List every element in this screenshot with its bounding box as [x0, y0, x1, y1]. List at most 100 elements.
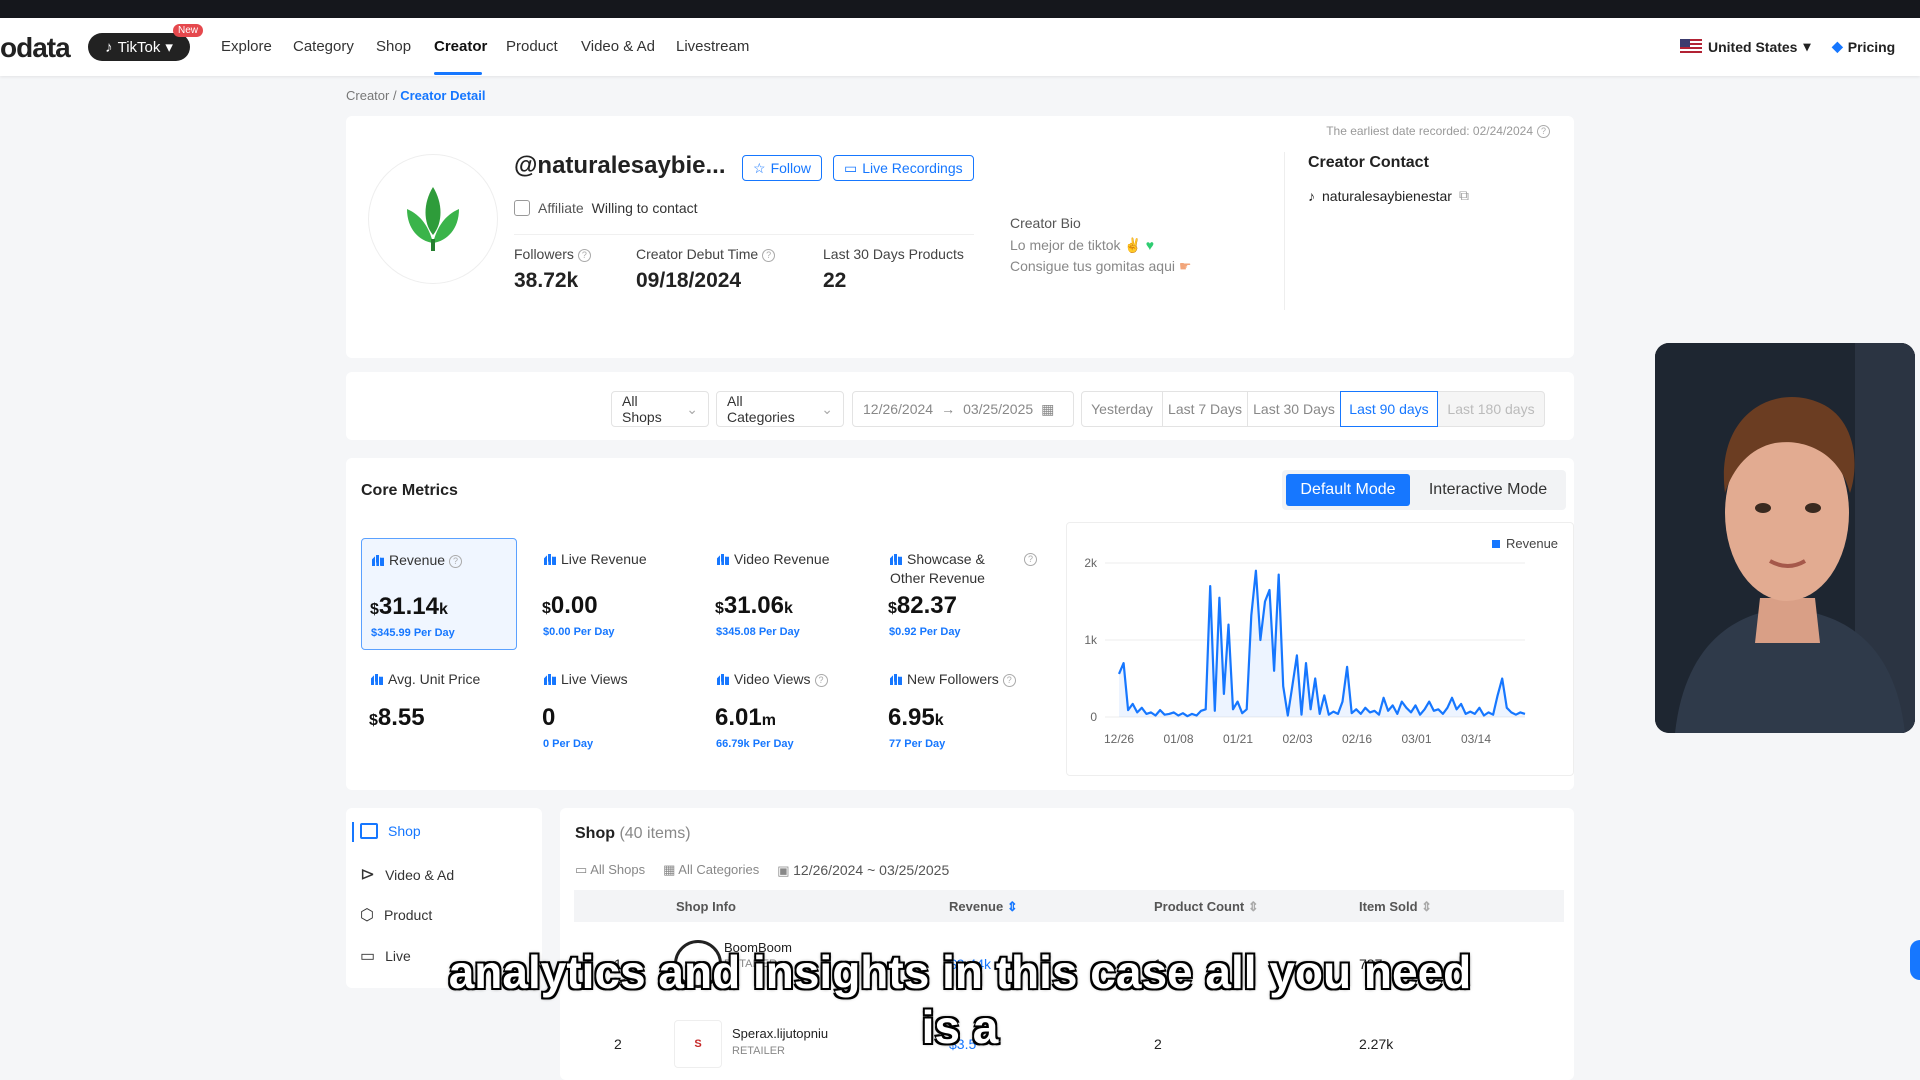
- top-nav: odata ♪ TikTok ▾ New Explore Category Sh…: [0, 18, 1920, 76]
- metric-sub: 66.79k Per Day: [716, 738, 794, 750]
- bio-line-1: Lo mejor de tiktok ✌ ♥: [1010, 237, 1155, 253]
- table-title: Shop (40 items): [575, 825, 691, 842]
- metric-video-views[interactable]: Video Views? 6.01m 66.79k Per Day: [707, 658, 863, 770]
- last30-products-value: 22: [823, 269, 847, 292]
- col-product-count[interactable]: Product Count ⇕: [1154, 899, 1259, 915]
- default-mode-button[interactable]: Default Mode: [1286, 474, 1410, 506]
- col-item-sold[interactable]: Item Sold ⇕: [1359, 899, 1432, 915]
- table-shops-filter[interactable]: ▭ All Shops: [575, 862, 645, 879]
- contact-status: Willing to contact: [591, 200, 698, 216]
- metric-showcase-revenue[interactable]: Showcase & Other Revenue ? $82.37 $0.92 …: [880, 538, 1037, 650]
- diamond-icon: ◆: [1832, 38, 1843, 54]
- shops-filter[interactable]: All Shops ⌄: [611, 391, 709, 427]
- heart-icon: ♥: [1145, 237, 1155, 253]
- shop-icon: [360, 823, 378, 839]
- categories-filter[interactable]: All Categories ⌄: [716, 391, 844, 427]
- side-tab-video-ad[interactable]: ⊳ Video & Ad: [360, 864, 454, 885]
- hand-emoji-icon: ✌: [1124, 237, 1142, 253]
- sort-icon: ⇕: [1006, 899, 1018, 914]
- creator-handle: @naturalesaybie...: [514, 152, 726, 179]
- side-tab-product[interactable]: ⬡ Product: [360, 905, 432, 925]
- chart-series-line: [1117, 569, 1526, 718]
- metric-sub: $345.99 Per Day: [371, 627, 455, 639]
- chart-x-tick: 02/03: [1282, 732, 1312, 746]
- contact-handle: naturalesaybienestar: [1322, 187, 1452, 204]
- help-icon[interactable]: ?: [814, 673, 828, 687]
- us-flag-icon: [1680, 39, 1702, 54]
- platform-label: TikTok: [117, 38, 161, 56]
- range-last-7-days[interactable]: Last 7 Days: [1162, 391, 1248, 427]
- table-categories-filter[interactable]: ▦ All Categories: [663, 862, 759, 879]
- debut-time-label: Creator Debut Time?: [636, 246, 776, 262]
- help-icon[interactable]: ?: [1002, 673, 1016, 687]
- earliest-date-note: The earliest date recorded: 02/24/2024?: [1326, 124, 1550, 139]
- nav-explore[interactable]: Explore: [221, 38, 272, 55]
- platform-selector[interactable]: ♪ TikTok ▾: [88, 33, 190, 61]
- bar-chart-icon: [890, 674, 902, 685]
- app-logo[interactable]: odata: [0, 32, 71, 64]
- help-icon[interactable]: ?: [577, 248, 591, 262]
- region-selector[interactable]: United States ▾: [1680, 38, 1811, 55]
- nav-creator[interactable]: Creator: [434, 38, 487, 55]
- bar-chart-icon: [717, 554, 729, 565]
- help-icon[interactable]: ?: [1537, 125, 1550, 139]
- follow-button[interactable]: ☆ Follow: [742, 155, 823, 181]
- metric-video-revenue[interactable]: Video Revenue $31.06k $345.08 Per Day: [707, 538, 863, 650]
- nav-livestream[interactable]: Livestream: [676, 38, 749, 55]
- help-icon[interactable]: ?: [1024, 553, 1037, 566]
- metric-live-views[interactable]: Live Views 0 0 Per Day: [534, 658, 690, 770]
- table-date-filter[interactable]: ▣ 12/26/2024 ~ 03/25/2025: [777, 862, 949, 879]
- nav-active-indicator: [434, 72, 482, 75]
- metric-new-followers[interactable]: New Followers? 6.95k 77 Per Day: [880, 658, 1036, 770]
- date-end: 03/25/2025: [963, 401, 1034, 417]
- range-last-30-days[interactable]: Last 30 Days: [1247, 391, 1341, 427]
- help-icon[interactable]: ?: [762, 248, 776, 262]
- copy-icon[interactable]: ⧉: [1459, 187, 1469, 204]
- creator-profile-card: @naturalesaybie... ☆ Follow ▭ Live Recor…: [346, 116, 1574, 358]
- breadcrumb-separator: /: [392, 88, 397, 103]
- leaf-logo-icon: [407, 187, 459, 251]
- avatar: [368, 154, 498, 284]
- metric-avg-unit-price[interactable]: Avg. Unit Price $8.55: [361, 658, 517, 770]
- pricing-label: Pricing: [1847, 38, 1896, 55]
- pointing-emoji-icon: ☛: [1178, 258, 1192, 274]
- range-last-180-days[interactable]: Last 180 days: [1437, 391, 1545, 427]
- breadcrumb-parent[interactable]: Creator: [346, 88, 389, 103]
- play-circle-icon: ⊳: [360, 864, 376, 884]
- chart-x-tick: 01/21: [1223, 732, 1253, 746]
- range-yesterday[interactable]: Yesterday: [1081, 391, 1163, 427]
- sort-icon: ⇕: [1421, 899, 1433, 914]
- pricing-link[interactable]: ◆ Pricing: [1832, 38, 1895, 55]
- tiktok-icon: ♪: [105, 38, 113, 56]
- core-metrics-title: Core Metrics: [361, 482, 458, 499]
- chart-x-tick: 12/26: [1104, 732, 1134, 746]
- interactive-mode-button[interactable]: Interactive Mode: [1414, 474, 1562, 506]
- live-recordings-label: Live Recordings: [862, 160, 963, 176]
- chart-legend-swatch: [1492, 540, 1500, 548]
- presenter-video-icon: [1655, 343, 1915, 733]
- date-range-picker[interactable]: 12/26/2024 → 03/25/2025 ▦: [852, 391, 1074, 427]
- divider: [514, 234, 974, 235]
- help-icon[interactable]: ?: [449, 554, 463, 568]
- subtitle-line-2: is a: [921, 1001, 999, 1053]
- affiliate-label: Affiliate: [538, 200, 584, 216]
- nav-video-ad[interactable]: Video & Ad: [581, 38, 655, 55]
- tiktok-icon: ♪: [1308, 187, 1315, 204]
- metric-live-revenue[interactable]: Live Revenue $0.00 $0.00 Per Day: [534, 538, 690, 650]
- nav-shop[interactable]: Shop: [376, 38, 411, 55]
- nav-product[interactable]: Product: [506, 38, 558, 55]
- browser-strip: [0, 0, 1920, 18]
- col-revenue[interactable]: Revenue ⇕: [949, 899, 1018, 915]
- range-last-90-days[interactable]: Last 90 days: [1340, 391, 1438, 427]
- bar-chart-icon: [372, 555, 384, 566]
- side-tab-shop[interactable]: Shop: [360, 823, 421, 839]
- chart-x-tick: 01/08: [1163, 732, 1193, 746]
- new-badge: New: [173, 24, 204, 37]
- nav-category[interactable]: Category: [293, 38, 354, 55]
- live-recordings-button[interactable]: ▭ Live Recordings: [833, 155, 974, 181]
- bar-chart-icon: [890, 554, 902, 565]
- sort-icon: ⇕: [1247, 899, 1259, 914]
- bar-chart-icon: [371, 674, 383, 685]
- app-page: odata ♪ TikTok ▾ New Explore Category Sh…: [0, 0, 1920, 1080]
- metric-revenue[interactable]: Revenue? $31.14k $345.99 Per Day: [361, 538, 517, 650]
